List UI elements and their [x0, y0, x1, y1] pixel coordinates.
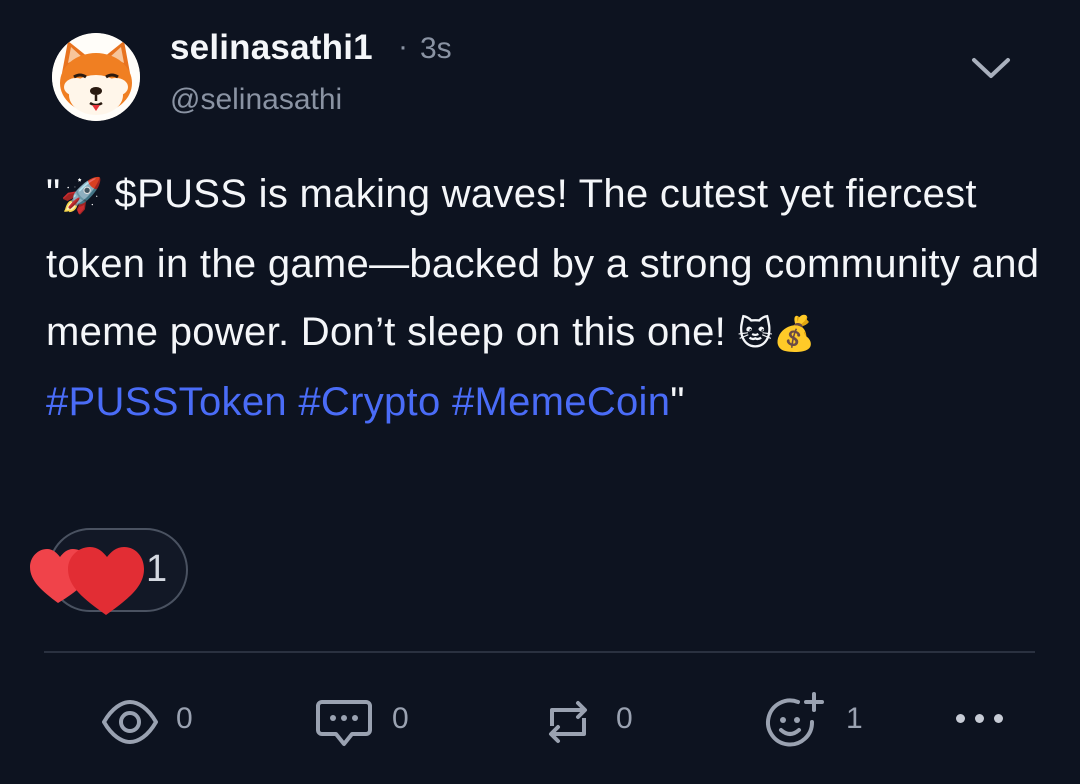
- rocket-emoji: 🚀: [60, 176, 104, 216]
- more-dot-icon: [975, 714, 984, 723]
- author-handle[interactable]: @selinasathi: [170, 83, 342, 117]
- shiba-inu-avatar-icon: [52, 33, 140, 121]
- views-button[interactable]: 0: [100, 692, 210, 752]
- comment-bubble-icon: [316, 700, 372, 746]
- eye-icon: [102, 700, 158, 744]
- divider: [44, 651, 1035, 653]
- hashtag-pusstoken[interactable]: #PUSSToken: [46, 380, 287, 424]
- comments-count: 0: [392, 702, 409, 735]
- post-body: "🚀 $PUSS is making waves! The cutest yet…: [46, 160, 1046, 436]
- repost-icon: [549, 701, 587, 743]
- time-separator: ·: [398, 30, 408, 63]
- cat-emoji: 🐱: [737, 314, 774, 354]
- post-menu-button[interactable]: [968, 52, 1014, 88]
- comment-button[interactable]: 0: [314, 692, 424, 752]
- more-dot-icon: [956, 714, 965, 723]
- hashtag-memecoin[interactable]: #MemeCoin: [452, 380, 670, 424]
- reacts-count: 1: [846, 702, 863, 735]
- chevron-down-icon: [972, 58, 1010, 78]
- add-emoji-icon: [766, 692, 824, 747]
- quote-open: ": [46, 172, 61, 216]
- hashtag-crypto[interactable]: #Crypto: [298, 380, 440, 424]
- views-count: 0: [176, 702, 193, 735]
- reaction-count: 1: [146, 548, 168, 590]
- add-reaction-button[interactable]: 1: [762, 692, 872, 752]
- quote-close: ": [670, 380, 685, 424]
- reposts-count: 0: [616, 702, 633, 735]
- author-name[interactable]: selinasathi1: [170, 28, 373, 68]
- post-body-text: $PUSS is making waves! The cutest yet fi…: [46, 172, 1040, 354]
- more-options-button[interactable]: [956, 712, 1004, 728]
- repost-button[interactable]: 0: [538, 692, 648, 752]
- more-dot-icon: [994, 714, 1003, 723]
- post-card: selinasathi1 · 3s @selinasathi "🚀 $PUSS …: [0, 0, 1080, 784]
- avatar[interactable]: [52, 33, 140, 121]
- money-bag-emoji: 💰: [773, 314, 816, 354]
- hearts-icon: [30, 547, 144, 615]
- post-timestamp: 3s: [420, 32, 452, 65]
